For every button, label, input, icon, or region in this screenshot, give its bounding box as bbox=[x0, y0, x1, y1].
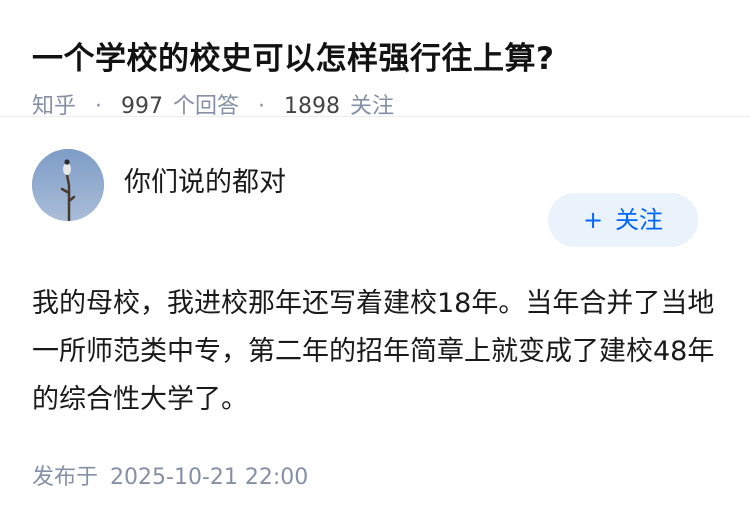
meta-separator: · bbox=[95, 94, 103, 119]
author-name[interactable]: 你们说的都对 bbox=[124, 165, 286, 201]
source-label: 知乎 bbox=[32, 94, 77, 119]
followers-count: 1898 bbox=[284, 94, 341, 119]
answer-content: 我的母校，我进校那年还写着建校18年。当年合并了当地一所师范类中专，第二年的招年… bbox=[32, 288, 715, 415]
meta-separator: · bbox=[258, 94, 266, 119]
answers-link[interactable]: 997 个回答 bbox=[121, 94, 239, 119]
answer-page: 一个学校的校史可以怎样强行往上算? 知乎 · 997 个回答 · 1898 关注 bbox=[0, 0, 750, 530]
bird-on-branch-avatar-icon bbox=[32, 149, 104, 221]
question-header: 一个学校的校史可以怎样强行往上算? 知乎 · 997 个回答 · 1898 关注 bbox=[0, 0, 750, 119]
follow-button[interactable]: + 关注 bbox=[548, 193, 698, 247]
published-label: 发布于 bbox=[32, 465, 99, 490]
published-date: 2025-10-21 22:00 bbox=[110, 465, 309, 490]
followers-label: 关注 bbox=[350, 94, 395, 119]
follow-label: 关注 bbox=[615, 206, 664, 234]
avatar[interactable] bbox=[32, 149, 104, 221]
followers-link[interactable]: 1898 关注 bbox=[284, 94, 394, 119]
answers-label: 个回答 bbox=[173, 94, 240, 119]
question-title[interactable]: 一个学校的校史可以怎样强行往上算? bbox=[32, 34, 718, 84]
answers-count: 997 bbox=[121, 94, 164, 119]
publish-info: 发布于 2025-10-21 22:00 bbox=[32, 462, 308, 494]
plus-icon: + bbox=[582, 206, 604, 234]
